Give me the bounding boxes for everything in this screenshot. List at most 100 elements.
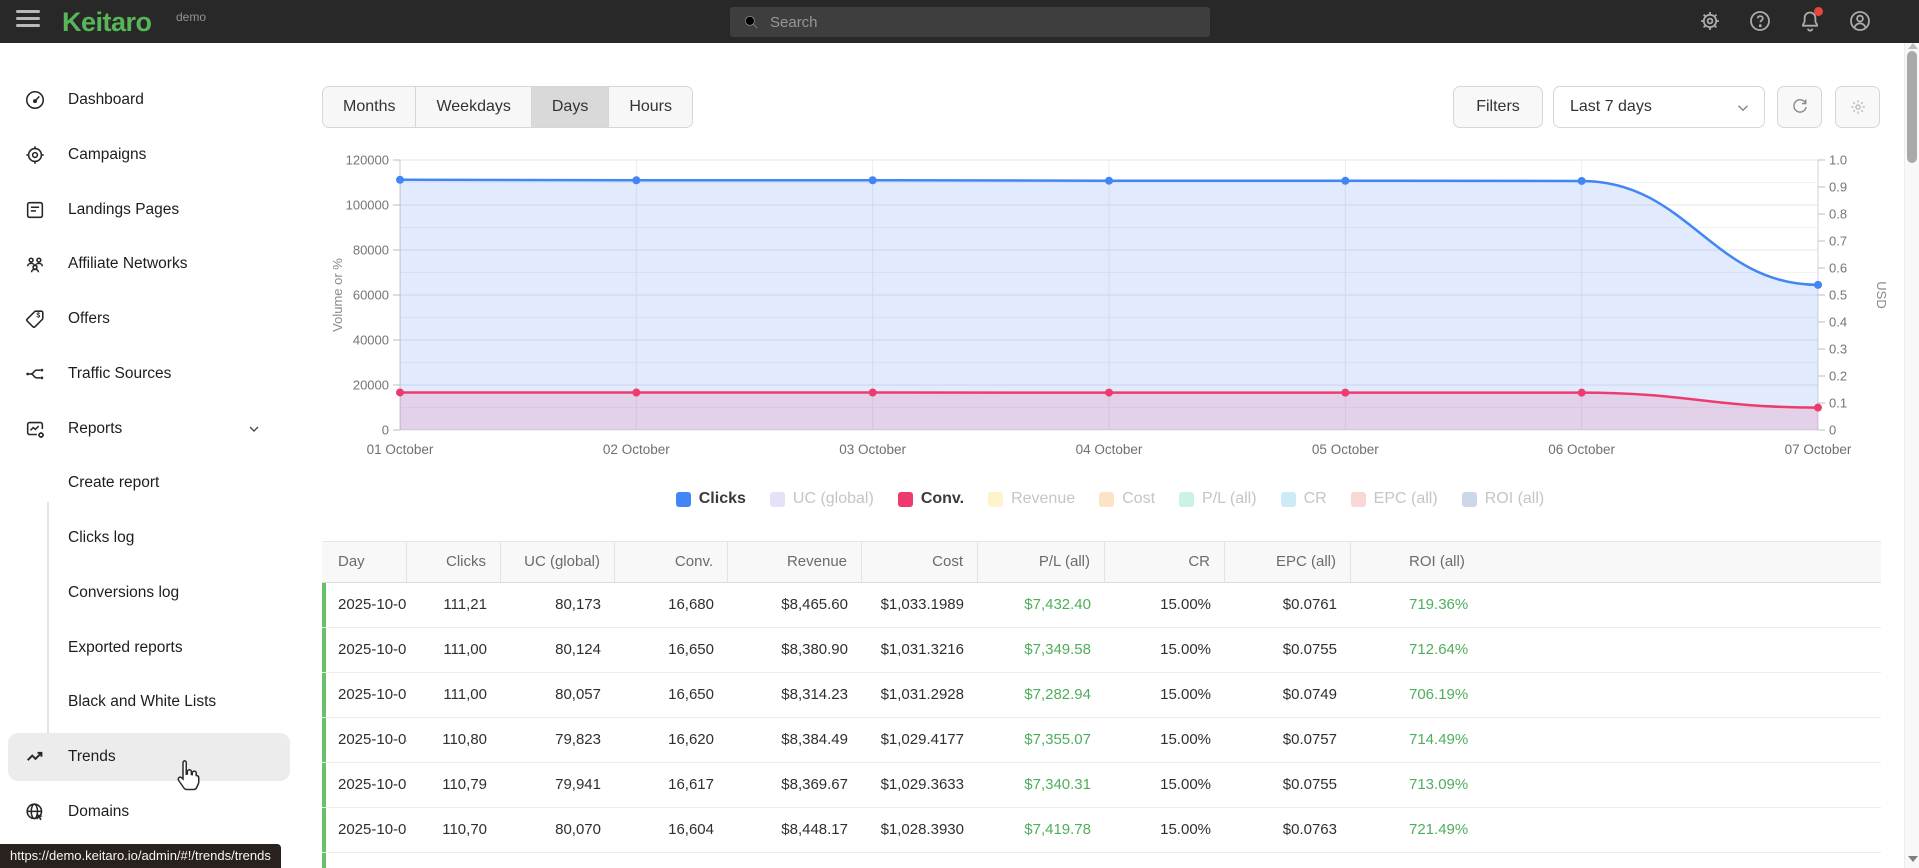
- table-cell: 713.09%: [1409, 776, 1469, 793]
- sidebar-item-conversions-log[interactable]: Conversions log: [0, 569, 300, 617]
- legend-item-uc-global[interactable]: UC (global): [769, 490, 874, 508]
- table-cell: $565.04: [978, 853, 1105, 868]
- column-header-uc-global[interactable]: UC (global): [501, 542, 615, 582]
- scroll-down-arrow[interactable]: [1908, 856, 1918, 862]
- legend-item-p-l-all[interactable]: P/L (all): [1179, 490, 1257, 508]
- legend-item-conv[interactable]: Conv.: [897, 490, 964, 508]
- vertical-scrollbar[interactable]: [1904, 43, 1919, 868]
- hamburger-menu-icon[interactable]: [16, 10, 42, 32]
- svg-text:0.5: 0.5: [1829, 288, 1847, 303]
- legend-item-epc-all[interactable]: EPC (all): [1350, 490, 1438, 508]
- legend-item-revenue[interactable]: Revenue: [988, 490, 1075, 508]
- sidebar-item-trends[interactable]: Trends: [8, 733, 290, 782]
- legend-item-cr[interactable]: CR: [1280, 490, 1327, 508]
- table-cell: $1,029.3633: [880, 776, 964, 793]
- table-row: 2025-10-02 111,00 80,124 16,650 $8,380.90 $1,…: [322, 628, 1881, 673]
- sidebar-item-label: Create report: [68, 474, 160, 492]
- table-cell: 110,79: [442, 776, 487, 793]
- column-header-day[interactable]: Day: [322, 542, 407, 582]
- column-header-conv[interactable]: Conv.: [615, 542, 728, 582]
- sidebar-item-label: Exported reports: [68, 638, 183, 656]
- svg-text:100000: 100000: [346, 198, 389, 213]
- table-cell: 721.49%: [1409, 821, 1469, 838]
- table-cell: $0.0761: [1282, 596, 1337, 613]
- column-header-revenue[interactable]: Revenue: [728, 542, 862, 582]
- column-header-p-l-all[interactable]: P/L (all): [978, 542, 1105, 582]
- svg-text:60000: 60000: [353, 288, 389, 303]
- sidebar-item-dashboard[interactable]: Dashboard: [0, 76, 300, 124]
- table-cell: 2025-10-06: [338, 821, 407, 838]
- sidebar-item-affiliate-networks[interactable]: Affiliate Networks: [0, 240, 300, 288]
- gear-icon: [1701, 12, 1719, 30]
- header-notifications-button[interactable]: [1798, 7, 1823, 33]
- gear-icon: [1850, 100, 1865, 114]
- sidebar-item-clicks-log[interactable]: Clicks log: [0, 514, 300, 562]
- table-cell: $8,369.67: [781, 776, 848, 793]
- sidebar-item-black-and-white-lists[interactable]: Black and White Lists: [0, 678, 300, 726]
- trends-table: Day Clicks UC (global) Conv. Revenue Cost P/L …: [322, 541, 1881, 868]
- search-input[interactable]: [770, 7, 1200, 37]
- table-cell: 2025-10-03: [338, 686, 407, 703]
- legend-item-cost[interactable]: Cost: [1099, 490, 1155, 508]
- legend-swatch: [897, 491, 913, 507]
- svg-text:05 October: 05 October: [1312, 442, 1379, 457]
- legend-swatch: [1350, 491, 1366, 507]
- column-header-epc-all[interactable]: EPC (all): [1225, 542, 1351, 582]
- table-cell: $8,465.60: [781, 596, 848, 613]
- date-range-value: Last 7 days: [1570, 98, 1652, 115]
- column-header-cost[interactable]: Cost: [862, 542, 978, 582]
- table-cell: 15.00%: [1160, 776, 1211, 793]
- sidebar-item-offers[interactable]: $ Offers: [0, 295, 300, 343]
- demo-badge: demo: [176, 10, 207, 24]
- sidebar-item-landings-pages[interactable]: Landings Pages: [0, 186, 300, 234]
- legend-swatch: [1179, 491, 1195, 507]
- sidebar-item-campaigns[interactable]: Campaigns: [0, 131, 300, 179]
- svg-text:$: $: [36, 313, 40, 320]
- column-header-clicks[interactable]: Clicks: [407, 542, 501, 582]
- table-cell: 16,680: [668, 596, 714, 613]
- trends-chart[interactable]: 0 20000 40000 60000 80000 100000 120000 0 0.1 0.2…: [330, 118, 1910, 470]
- table-cell: 79,941: [555, 776, 601, 793]
- status-url-tooltip: https://demo.keitaro.io/admin/#!/trends/…: [0, 844, 281, 868]
- column-header-cr[interactable]: CR: [1105, 542, 1225, 582]
- table-cell: $7,355.07: [1024, 731, 1091, 748]
- table-cell: $0.0749: [1282, 686, 1337, 703]
- sidebar-item-reports[interactable]: Reports: [0, 405, 300, 453]
- table-cell: 15.00%: [1160, 686, 1211, 703]
- table-cell: $527.0000: [862, 853, 978, 868]
- scroll-up-arrow[interactable]: [1908, 43, 1918, 49]
- campaigns-icon: [24, 144, 46, 166]
- legend-item-roi-all[interactable]: ROI (all): [1461, 490, 1544, 508]
- table-cell: $8,380.90: [781, 641, 848, 658]
- svg-text:02 October: 02 October: [603, 442, 670, 457]
- table-cell: 80,070: [555, 821, 601, 838]
- header-account-button[interactable]: [1848, 9, 1872, 33]
- table-cell: $1,092.04: [728, 853, 862, 868]
- svg-text:0.9: 0.9: [1829, 180, 1847, 195]
- trends-icon: [24, 746, 46, 768]
- table-row: 2025-10-05 110,79 79,941 16,617 $8,369.67 $1,…: [322, 763, 1881, 808]
- sidebar-item-label: Affiliate Networks: [68, 255, 188, 273]
- table-cell: 16,650: [668, 641, 714, 658]
- chevron-down-icon: [246, 421, 262, 437]
- sidebar-item-label: Clicks log: [68, 529, 135, 547]
- sidebar-item-label: Reports: [68, 419, 123, 437]
- svg-text:03 October: 03 October: [839, 442, 906, 457]
- header-settings-button[interactable]: [1698, 9, 1722, 33]
- sidebar-item-exported-reports[interactable]: Exported reports: [0, 624, 300, 672]
- sidebar-item-domains[interactable]: Domains: [0, 788, 300, 836]
- header-help-button[interactable]: [1748, 9, 1772, 33]
- table-cell: 16,650: [668, 686, 714, 703]
- chart-legend: Clicks UC (global) Conv. Revenue Cost P/L (al…: [330, 490, 1890, 508]
- global-search[interactable]: [730, 7, 1210, 37]
- chevron-down-icon: [1737, 105, 1749, 112]
- legend-label: P/L (all): [1202, 490, 1257, 507]
- column-header-roi-all[interactable]: ROI (all): [1351, 542, 1881, 582]
- table-cell: $7,340.31: [1024, 776, 1091, 793]
- sidebar-item-traffic-sources[interactable]: Traffic Sources: [0, 350, 300, 398]
- reports-icon: [24, 418, 46, 440]
- sidebar-item-create-report[interactable]: Create report: [0, 459, 300, 507]
- scrollbar-thumb[interactable]: [1907, 51, 1917, 163]
- table-cell: 6,648: [615, 853, 728, 868]
- legend-item-clicks[interactable]: Clicks: [675, 490, 746, 508]
